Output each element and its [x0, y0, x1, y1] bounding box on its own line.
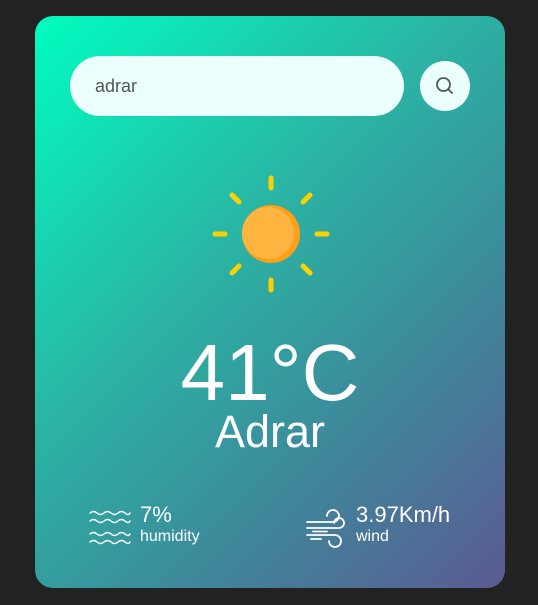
- search-icon: [436, 77, 453, 94]
- humidity-value: 7%: [140, 502, 172, 527]
- weather-card: 41°C Adrar 7% humidity 3.97Km/h wind: [35, 16, 505, 588]
- wind-icon: [306, 509, 345, 548]
- search-input[interactable]: [70, 56, 404, 116]
- search-button[interactable]: [420, 61, 470, 111]
- wind-label: wind: [356, 528, 389, 545]
- humidity-waves-icon: [89, 510, 131, 545]
- sun-icon: [212, 175, 330, 293]
- city-name: Adrar: [214, 406, 326, 457]
- temperature: 41°C: [180, 328, 360, 417]
- humidity-label: humidity: [140, 528, 200, 545]
- wind-value: 3.97Km/h: [356, 502, 451, 527]
